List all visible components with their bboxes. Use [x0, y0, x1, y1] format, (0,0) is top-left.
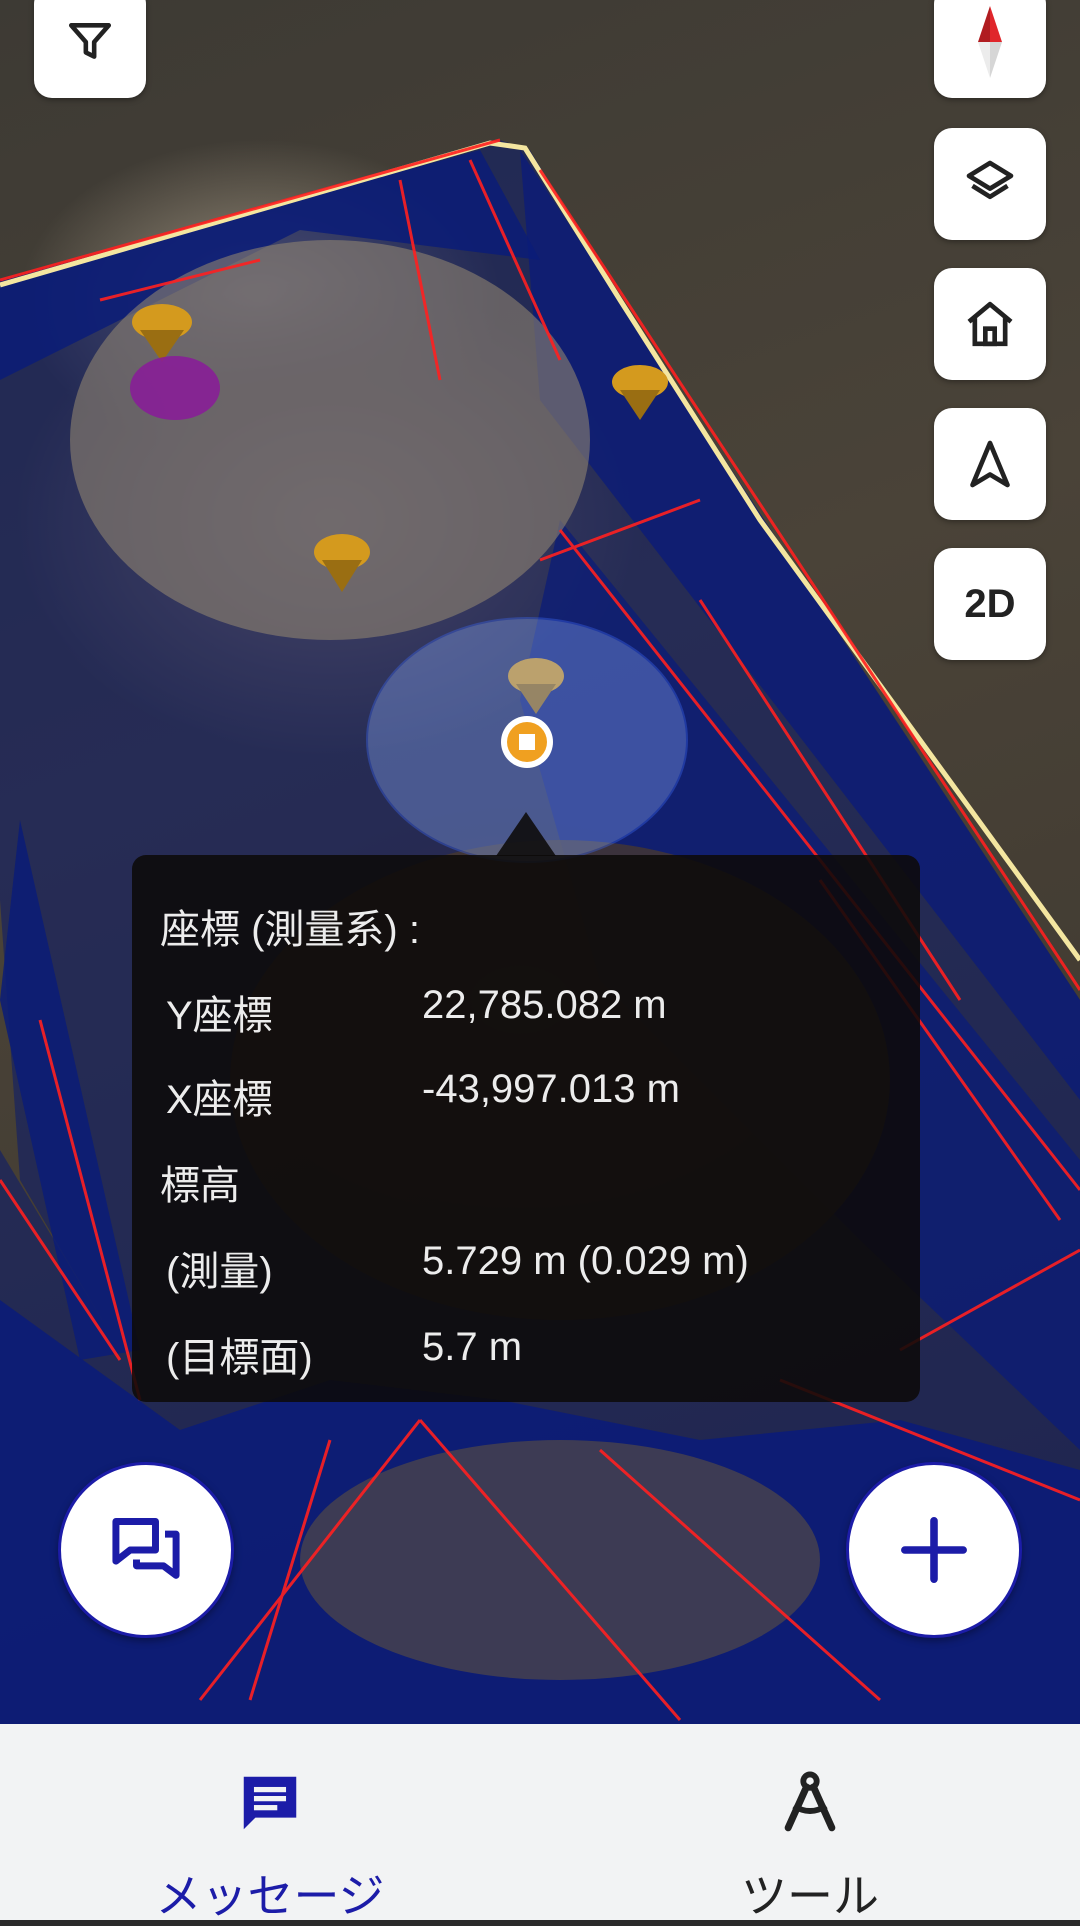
row-label: 標高 — [160, 1164, 240, 1208]
nav-item-tools[interactable]: ツール — [540, 1724, 1080, 1923]
row-label: Y座標 — [166, 994, 273, 1038]
home-button[interactable] — [934, 268, 1046, 380]
navigation-arrow-icon — [970, 440, 1010, 488]
row-value: -43,997.013 m — [422, 1067, 680, 1111]
compass-icon — [978, 6, 1002, 78]
nav-label-tools: ツール — [741, 1869, 879, 1923]
row-label: (目標面) — [166, 1336, 313, 1380]
popup-row-x: X座標 -43,997.013 m — [132, 1067, 920, 1127]
row-value: 22,785.082 m — [422, 983, 667, 1027]
navigate-button[interactable] — [934, 408, 1046, 520]
chat-icon — [112, 1518, 180, 1579]
row-label: X座標 — [166, 1078, 273, 1122]
nav-label-messages: メッセージ — [155, 1869, 385, 1923]
compass-button[interactable] — [934, 0, 1046, 98]
view-mode-label: 2D — [964, 581, 1016, 626]
row-value: 5.7 m — [422, 1325, 523, 1369]
popup-header: 座標 (測量系) : — [160, 908, 420, 952]
popup-row-target: (目標面) 5.7 m — [132, 1325, 920, 1385]
layers-button[interactable] — [934, 128, 1046, 240]
filter-icon — [68, 23, 112, 59]
plus-icon — [901, 1517, 967, 1583]
popup-header-row: 座標 (測量系) : — [132, 897, 920, 957]
nav-item-messages[interactable]: メッセージ — [0, 1724, 540, 1923]
compass-tool-icon — [784, 1771, 836, 1832]
popup-row-y: Y座標 22,785.082 m — [132, 983, 920, 1043]
messages-fab[interactable] — [58, 1462, 234, 1638]
layers-icon — [966, 160, 1014, 200]
add-fab[interactable] — [846, 1462, 1022, 1638]
filter-button[interactable] — [34, 0, 146, 98]
message-icon — [243, 1776, 297, 1830]
home-icon — [967, 301, 1013, 347]
row-value: 5.729 m (0.029 m) — [422, 1239, 749, 1283]
measurement-info-popup: 座標 (測量系) : Y座標 22,785.082 m X座標 -43,997.… — [132, 855, 920, 1402]
bottom-navigation: メッセージ ツール — [0, 1724, 1080, 1923]
popup-pointer — [496, 812, 556, 856]
popup-row-elevation: 標高 — [132, 1153, 920, 1213]
row-label: (測量) — [166, 1250, 273, 1294]
view-mode-toggle-button[interactable]: 2D — [934, 548, 1046, 660]
popup-row-surveyed: (測量) 5.729 m (0.029 m) — [132, 1239, 920, 1299]
